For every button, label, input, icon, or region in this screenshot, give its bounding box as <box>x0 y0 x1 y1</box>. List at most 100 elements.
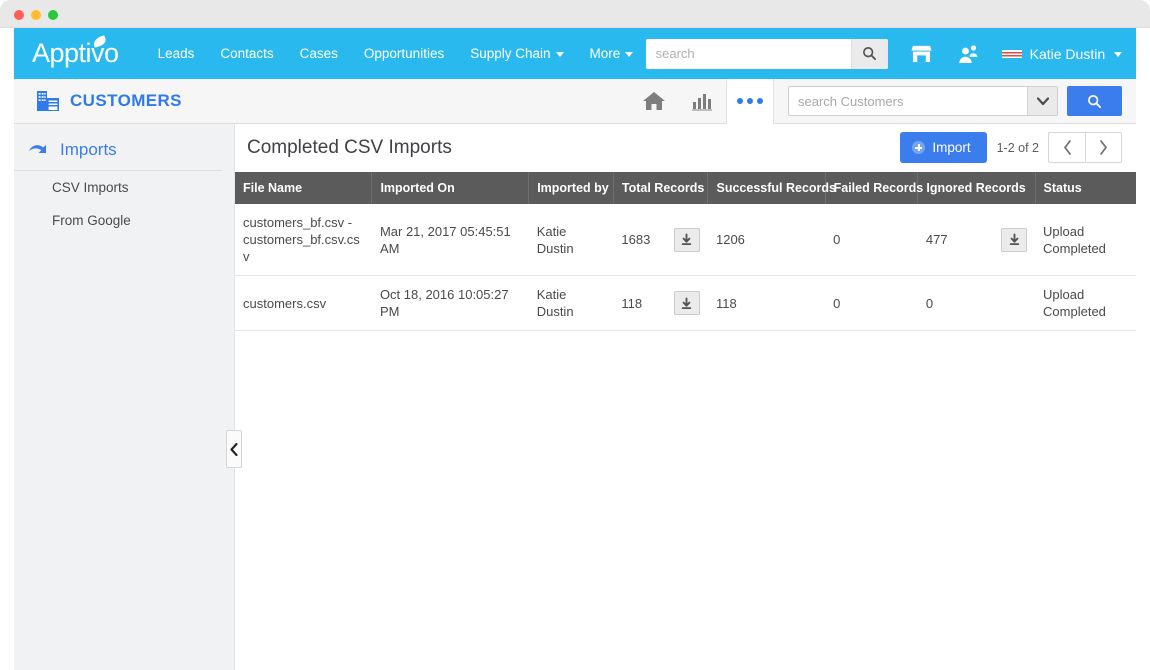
sidebar-item-csv-imports[interactable]: CSV Imports <box>14 171 234 204</box>
chevron-down-icon <box>1036 96 1049 105</box>
table-header: File Name Imported On Imported by Total … <box>235 172 1136 204</box>
cell-imported-on: Mar 21, 2017 05:45:51 AM <box>371 204 529 276</box>
cell-imported-by: Katie Dustin <box>528 204 614 276</box>
chevron-down-icon <box>555 51 564 57</box>
top-navigation-right: Katie Dustin <box>645 28 1122 79</box>
nav-label: Cases <box>299 46 338 61</box>
sidebar-item-from-google[interactable]: From Google <box>14 204 234 237</box>
nav-label: Supply Chain <box>470 46 551 61</box>
app-header: CUSTOMERS <box>14 78 1136 124</box>
home-icon <box>643 92 665 110</box>
cell-ignored-records: 0 <box>917 275 1036 331</box>
total-records-value: 118 <box>621 295 643 311</box>
reports-button[interactable] <box>678 79 726 123</box>
nav-item-opportunities[interactable]: Opportunities <box>351 40 457 67</box>
download-ignored-records-button[interactable] <box>1001 227 1028 252</box>
cell-imported-by: Katie Dustin <box>528 275 614 331</box>
table-header-row: File Name Imported On Imported by Total … <box>235 172 1136 204</box>
sidebar: Imports CSV Imports From Google <box>14 124 242 670</box>
user-name-label: Katie Dustin <box>1029 45 1106 62</box>
country-flag-icon <box>1001 49 1022 58</box>
main-panel: Completed CSV Imports Import 1-2 of 2 Fi… <box>234 124 1136 670</box>
column-header-status[interactable]: Status <box>1035 172 1136 204</box>
column-header-total-records[interactable]: Total Records <box>613 172 709 204</box>
cell-file-name: customers_bf.csv - customers_bf.csv.csv <box>235 204 372 276</box>
cell-status: Upload Completed <box>1035 204 1136 276</box>
sidebar-item-label: From Google <box>52 213 131 228</box>
window-controls <box>14 10 58 20</box>
global-search-input[interactable] <box>645 38 851 69</box>
browser-window: Apptivo Leads Contacts Cases Opportuniti… <box>0 0 1150 670</box>
close-window-button[interactable] <box>14 10 24 20</box>
minimize-window-button[interactable] <box>31 10 41 20</box>
cell-status: Upload Completed <box>1035 275 1136 331</box>
customers-search-input[interactable] <box>789 87 1027 115</box>
more-options-button[interactable] <box>726 78 774 124</box>
nav-item-supply-chain[interactable]: Supply Chain <box>457 40 576 67</box>
nav-item-contacts[interactable]: Contacts <box>207 40 286 67</box>
column-header-successful-records[interactable]: Successful Records <box>707 172 836 204</box>
total-records-value: 1683 <box>621 232 651 247</box>
chevron-left-icon <box>230 442 238 456</box>
cell-failed-records: 0 <box>825 204 918 276</box>
customers-search-button[interactable] <box>1067 86 1122 116</box>
global-search-button[interactable] <box>850 38 888 69</box>
previous-page-button[interactable] <box>1048 132 1085 163</box>
customers-search <box>788 86 1058 116</box>
table-body: customers_bf.csv - customers_bf.csv.csv … <box>235 204 1136 331</box>
cell-successful-records: 118 <box>707 275 826 331</box>
column-header-failed-records[interactable]: Failed Records <box>825 172 923 204</box>
maximize-window-button[interactable] <box>48 10 58 20</box>
chevron-left-icon <box>1063 140 1071 155</box>
nav-label: Contacts <box>220 46 274 61</box>
apptivo-logo[interactable]: Apptivo <box>32 35 119 68</box>
browser-titlebar <box>0 0 1150 28</box>
chevron-right-icon <box>1100 140 1107 155</box>
download-total-records-button[interactable] <box>673 227 700 252</box>
cell-ignored-records: 477 <box>917 204 1036 276</box>
customers-search-dropdown[interactable] <box>1027 87 1057 115</box>
sidebar-heading: Imports <box>14 140 222 171</box>
bar-chart-icon <box>692 94 712 111</box>
page-content: Apptivo Leads Contacts Cases Opportuniti… <box>14 28 1136 670</box>
column-header-ignored-records[interactable]: Ignored Records <box>917 172 1036 204</box>
column-header-file-name[interactable]: File Name <box>235 172 373 204</box>
more-dots-icon <box>737 98 763 104</box>
column-header-imported-by[interactable]: Imported by <box>528 172 614 204</box>
sidebar-heading-label: Imports <box>60 140 117 159</box>
import-button-label: Import <box>932 140 971 155</box>
sidebar-collapse-handle[interactable] <box>226 430 242 468</box>
download-icon <box>1009 233 1019 245</box>
store-icon <box>911 45 932 63</box>
store-button[interactable] <box>902 28 942 79</box>
logo-text: Apptivo <box>32 38 119 68</box>
nav-item-cases[interactable]: Cases <box>287 40 351 67</box>
import-button[interactable]: Import <box>900 132 987 163</box>
ignored-records-value: 477 <box>925 232 948 247</box>
main-header: Completed CSV Imports Import 1-2 of 2 <box>235 124 1136 172</box>
nav-label: More <box>589 46 621 61</box>
column-header-imported-on[interactable]: Imported On <box>371 172 530 204</box>
download-total-records-button[interactable] <box>673 291 700 315</box>
next-page-button[interactable] <box>1085 132 1122 163</box>
chevron-down-icon <box>625 51 634 57</box>
nav-label: Leads <box>157 46 195 61</box>
page-title: CUSTOMERS <box>70 91 182 110</box>
imports-table: File Name Imported On Imported by Total … <box>235 172 1136 331</box>
cell-total-records: 1683 <box>613 204 708 276</box>
user-menu[interactable]: Katie Dustin <box>1030 46 1122 62</box>
cell-file-name: customers.csv <box>235 275 372 331</box>
pagination-controls <box>1048 132 1122 163</box>
main-menu: Leads Contacts Cases Opportunities Suppl… <box>145 40 647 67</box>
nav-item-leads[interactable]: Leads <box>145 40 208 67</box>
body-area: Imports CSV Imports From Google Complete <box>14 124 1136 670</box>
cell-successful-records: 1206 <box>707 204 826 276</box>
table-row[interactable]: customers_bf.csv - customers_bf.csv.csv … <box>235 204 1136 276</box>
import-arrow-icon <box>29 145 46 153</box>
main-header-actions: Import 1-2 of 2 <box>900 132 1122 163</box>
table-row[interactable]: customers.csv Oct 18, 2016 10:05:27 PM K… <box>235 275 1136 331</box>
cell-failed-records: 0 <box>825 275 918 331</box>
nav-item-more[interactable]: More <box>577 40 647 67</box>
people-button[interactable] <box>948 28 988 79</box>
home-button[interactable] <box>630 79 678 123</box>
